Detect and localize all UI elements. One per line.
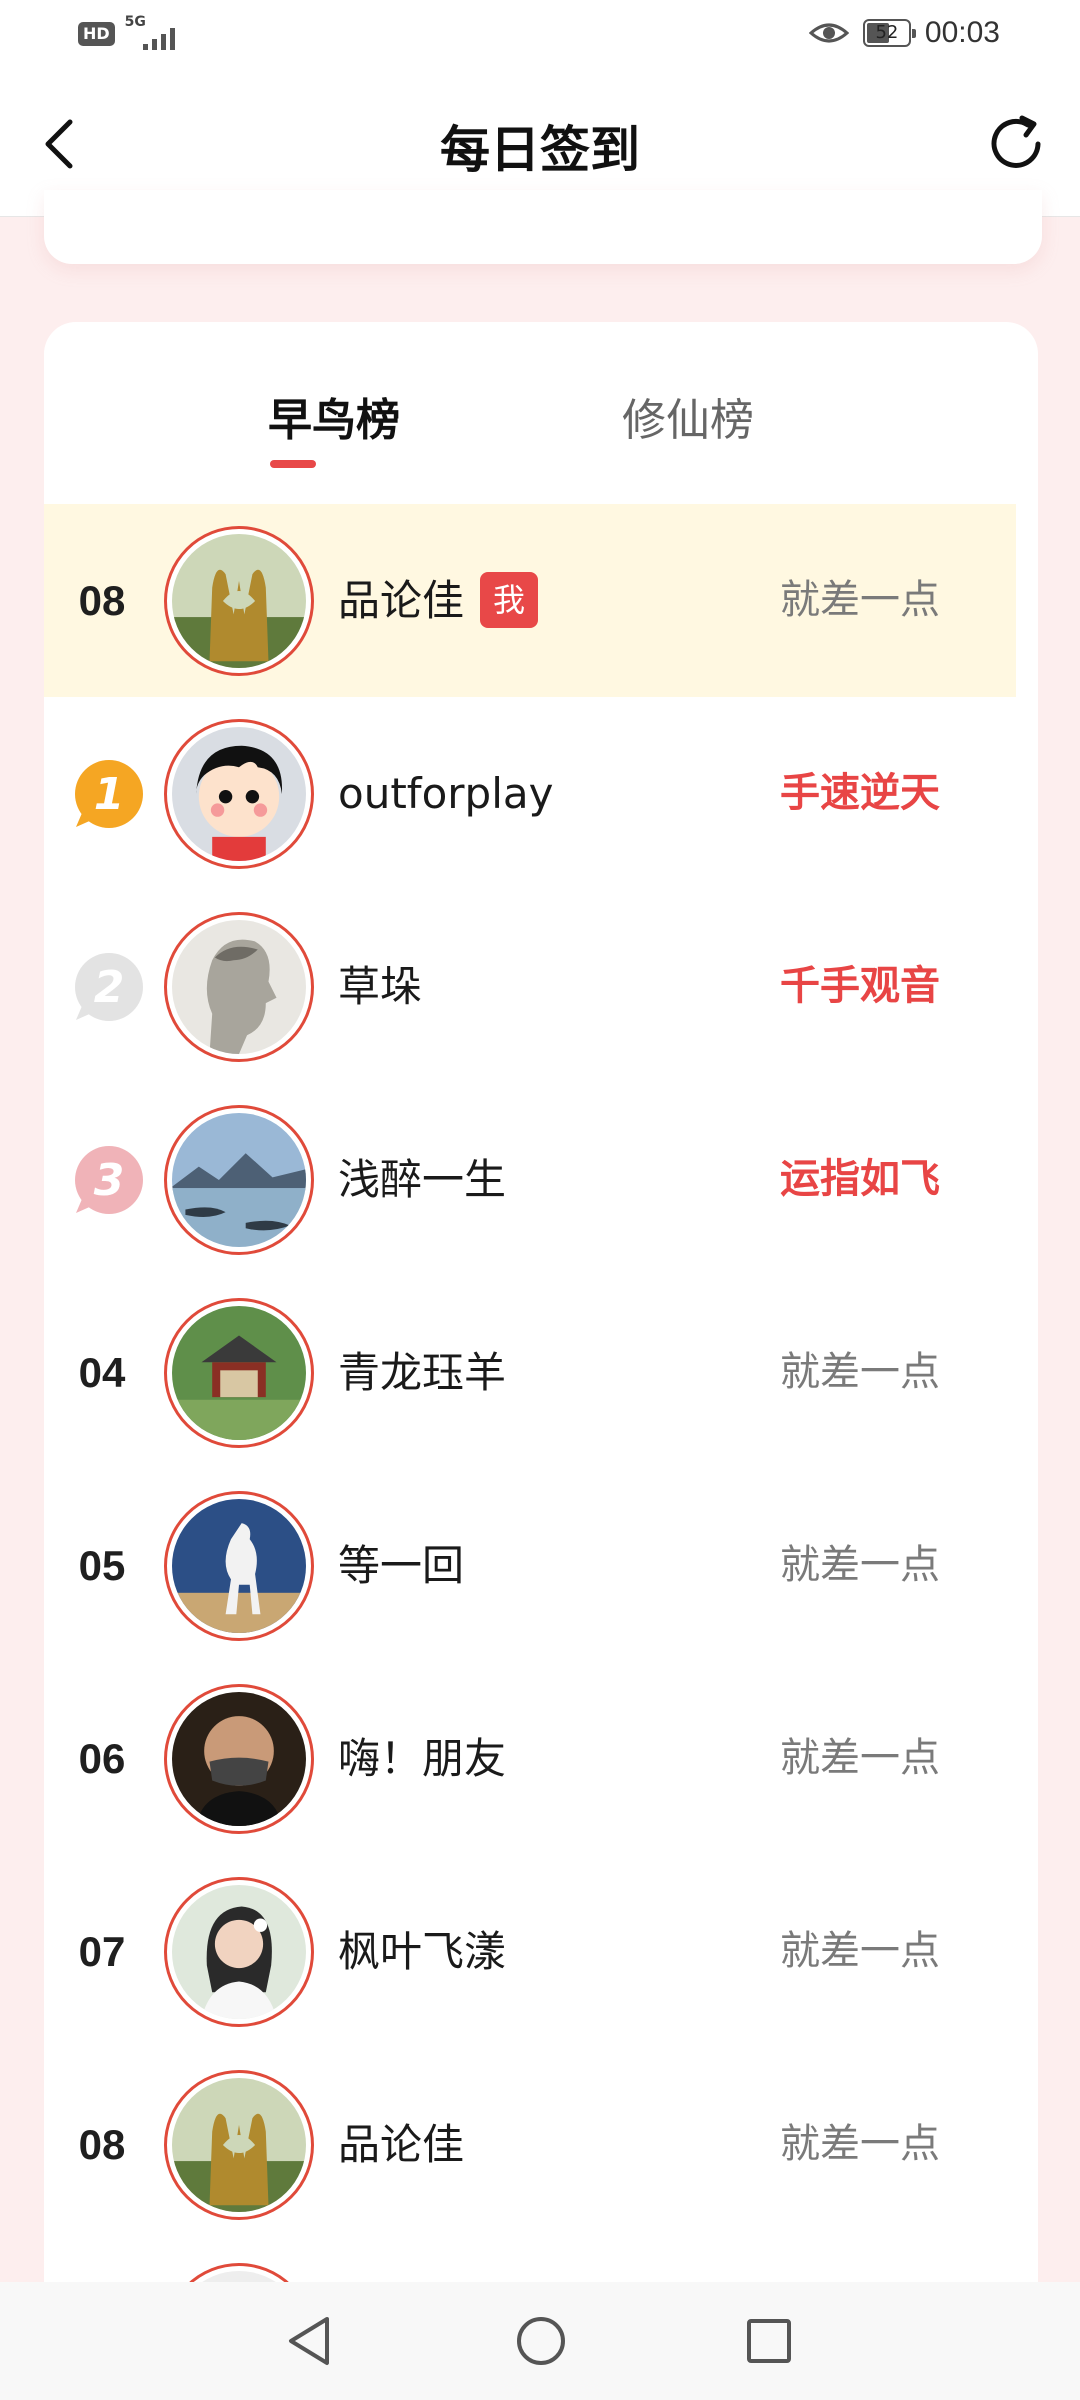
rank-number: 08: [78, 2121, 126, 2168]
avatar[interactable]: [164, 719, 314, 869]
hd-badge: HD: [78, 22, 115, 46]
user-name: 草垛: [338, 962, 423, 1011]
rank-number: 07: [78, 1928, 126, 1975]
ranking-card: 早鸟榜 修仙榜 08 品论佳 我 就差一点 1 outforplay 手速逆天 …: [44, 322, 1038, 2322]
avatar[interactable]: [164, 912, 314, 1062]
rank-row[interactable]: 06 嗨！朋友 就差一点: [44, 1662, 1016, 1855]
seascape-avatar: [172, 1113, 306, 1247]
avatar[interactable]: [164, 1491, 314, 1641]
rank-row[interactable]: 07 枫叶飞漾 就差一点: [44, 1855, 1016, 2048]
woman-portrait-avatar: [172, 1885, 306, 2019]
refresh-button[interactable]: [980, 108, 1052, 180]
tab-early-bird[interactable]: 早鸟榜: [184, 384, 484, 448]
user-name: 青龙珏羊: [338, 1348, 507, 1397]
rank-status: 就差一点: [780, 2121, 940, 2167]
my-rank-row[interactable]: 08 品论佳 我 就差一点: [44, 504, 1016, 697]
clock: 00:03: [924, 16, 1000, 49]
rank-number: 06: [78, 1735, 126, 1782]
rank-row[interactable]: 1 outforplay 手速逆天: [44, 697, 1016, 890]
rank-status: 就差一点: [780, 1542, 940, 1588]
gold-medal-icon: 1: [75, 760, 143, 828]
refresh-icon: [991, 115, 1041, 168]
user-name: outforplay: [338, 769, 554, 818]
statue-avatar: [172, 920, 306, 1054]
ranking-list: 08 品论佳 我 就差一点 1 outforplay 手速逆天 2 草垛 千手观…: [44, 504, 1016, 2322]
avatar[interactable]: [164, 1877, 314, 2027]
nav-home-button[interactable]: [506, 2306, 576, 2376]
status-right: 52 00:03: [808, 16, 1000, 50]
rank-status: 就差一点: [780, 577, 940, 623]
masked-man-avatar: [172, 1692, 306, 1826]
page-title: 每日签到: [440, 121, 640, 179]
rank-row[interactable]: 05 等一回 就差一点: [44, 1469, 1016, 1662]
triangle-back-icon: [289, 2317, 329, 2365]
avatar[interactable]: [164, 1684, 314, 1834]
user-name: 品论佳: [338, 2120, 465, 2169]
golden-hands-avatar: [172, 534, 306, 668]
circle-home-icon: [517, 2317, 565, 2365]
nav-back-button[interactable]: [274, 2306, 344, 2376]
user-name: 等一回: [338, 1541, 465, 1590]
battery-icon: 52: [862, 19, 916, 47]
status-bar: HD 5G 52 00:03: [0, 0, 1080, 72]
user-name: 嗨！朋友: [338, 1734, 507, 1783]
signal-icon: 5G: [125, 14, 181, 52]
user-name: 枫叶飞漾: [338, 1927, 507, 1976]
svg-text:1: 1: [94, 769, 125, 820]
cartoon-girl-avatar: [172, 727, 306, 861]
user-name: 品论佳: [338, 576, 465, 625]
square-recents-icon: [747, 2319, 791, 2363]
status-left: HD 5G: [78, 14, 181, 52]
rank-number: 08: [78, 577, 126, 624]
rank-status: 就差一点: [780, 1735, 940, 1781]
rank-status: 就差一点: [780, 1349, 940, 1395]
rank-row[interactable]: 3 浅醉一生 运指如飞: [44, 1083, 1016, 1276]
me-badge: 我: [480, 572, 538, 628]
avatar[interactable]: [164, 526, 314, 676]
rank-status: 就差一点: [780, 1928, 940, 1974]
avatar[interactable]: [164, 2070, 314, 2220]
signin-card: [44, 190, 1042, 264]
svg-text:2: 2: [94, 962, 125, 1013]
rank-row[interactable]: 2 草垛 千手观音: [44, 890, 1016, 1083]
avatar[interactable]: [164, 1298, 314, 1448]
rank-row[interactable]: 04 青龙珏羊 就差一点: [44, 1276, 1016, 1469]
rank-status: 运指如飞: [780, 1156, 940, 1202]
white-horse-avatar: [172, 1499, 306, 1633]
eye-icon: [808, 23, 849, 43]
rank-status: 手速逆天: [780, 770, 940, 816]
system-nav-bar: [0, 2282, 1080, 2400]
pavilion-avatar: [172, 1306, 306, 1440]
ranking-tabs: 早鸟榜 修仙榜: [44, 322, 1038, 502]
rank-number: 05: [78, 1542, 126, 1589]
svg-text:3: 3: [94, 1155, 125, 1206]
bronze-medal-icon: 3: [75, 1146, 143, 1214]
tab-indicator: [270, 460, 316, 468]
nav-recents-button[interactable]: [734, 2306, 804, 2376]
user-name: 浅醉一生: [338, 1155, 507, 1204]
rank-row[interactable]: 08 品论佳 就差一点: [44, 2048, 1016, 2241]
rank-number: 04: [78, 1349, 126, 1396]
battery-level: 52: [875, 22, 899, 43]
tab-cultivation[interactable]: 修仙榜: [538, 384, 838, 448]
rank-status: 千手观音: [780, 963, 940, 1009]
avatar[interactable]: [164, 1105, 314, 1255]
golden-hands-avatar: [172, 2078, 306, 2212]
silver-medal-icon: 2: [75, 953, 143, 1021]
